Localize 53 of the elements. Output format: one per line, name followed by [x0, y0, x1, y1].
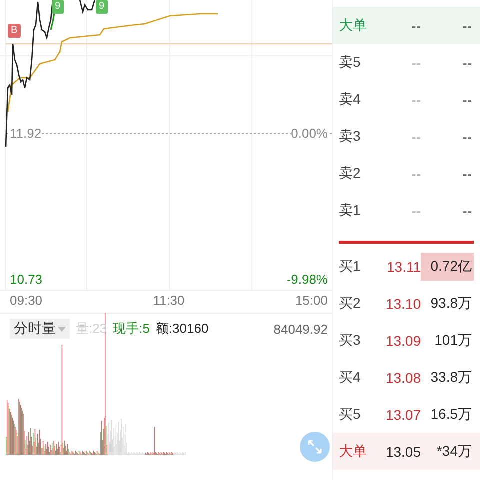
order-volume: --: [462, 164, 473, 184]
order-price: 13.09: [384, 332, 421, 348]
order-price: --: [410, 202, 421, 218]
row-label: 卖2: [339, 164, 362, 182]
row-label: 卖5: [339, 54, 362, 72]
order-price: --: [410, 92, 421, 108]
order-volume: 33.8万: [430, 368, 473, 386]
order-volume: --: [462, 16, 473, 36]
amount-value: 额:30160: [156, 320, 209, 338]
caret-icon: [58, 326, 66, 332]
order-price: --: [410, 166, 421, 182]
row-label: 买1: [339, 258, 362, 276]
order-volume: --: [462, 54, 473, 72]
max-volume: 84049.92: [274, 322, 328, 336]
order-price: 13.05: [384, 444, 421, 460]
expand-icon: [307, 439, 323, 455]
time-label: 11:30: [153, 293, 185, 310]
volume-selector[interactable]: 分时量: [10, 319, 70, 339]
order-volume: 93.8万: [430, 294, 473, 312]
low-change: -9.98%: [286, 272, 328, 287]
order-price: 13.11: [386, 258, 421, 274]
order-price: 13.08: [384, 370, 421, 386]
current-hand: 现手:5: [113, 320, 150, 338]
time-label: 15:00: [295, 293, 328, 310]
order-price: --: [410, 54, 421, 70]
order-volume: --: [462, 90, 473, 110]
row-label: 大单: [339, 16, 368, 34]
trade-marker: 9: [52, 0, 64, 14]
row-label: 买4: [339, 368, 362, 386]
order-price: 13.10: [384, 296, 421, 312]
low-price: 10.73: [10, 272, 43, 287]
row-label: 买5: [339, 406, 362, 424]
time-label: 09:30: [10, 293, 43, 310]
expand-button[interactable]: [300, 432, 330, 462]
order-price: --: [410, 128, 421, 144]
reference-price: 11.92: [10, 126, 42, 141]
order-volume: 0.72亿: [421, 252, 474, 280]
order-volume: --: [462, 128, 473, 146]
row-label: 买3: [339, 332, 362, 350]
row-label: 卖3: [339, 128, 362, 146]
row-label: 卖4: [339, 90, 362, 108]
row-label: 卖1: [339, 202, 362, 220]
order-volume: 16.5万: [430, 404, 473, 424]
row-label: 大单: [339, 442, 368, 460]
row-label: 买2: [339, 294, 362, 312]
reference-change: 0.00%: [291, 126, 328, 141]
order-volume: --: [462, 202, 473, 220]
order-price: 13.07: [384, 406, 421, 422]
order-volume: *34万: [436, 442, 473, 460]
trade-marker: 9: [96, 0, 108, 14]
order-price: --: [410, 18, 421, 34]
trade-marker: B: [8, 24, 21, 38]
order-volume: 101万: [434, 330, 473, 350]
